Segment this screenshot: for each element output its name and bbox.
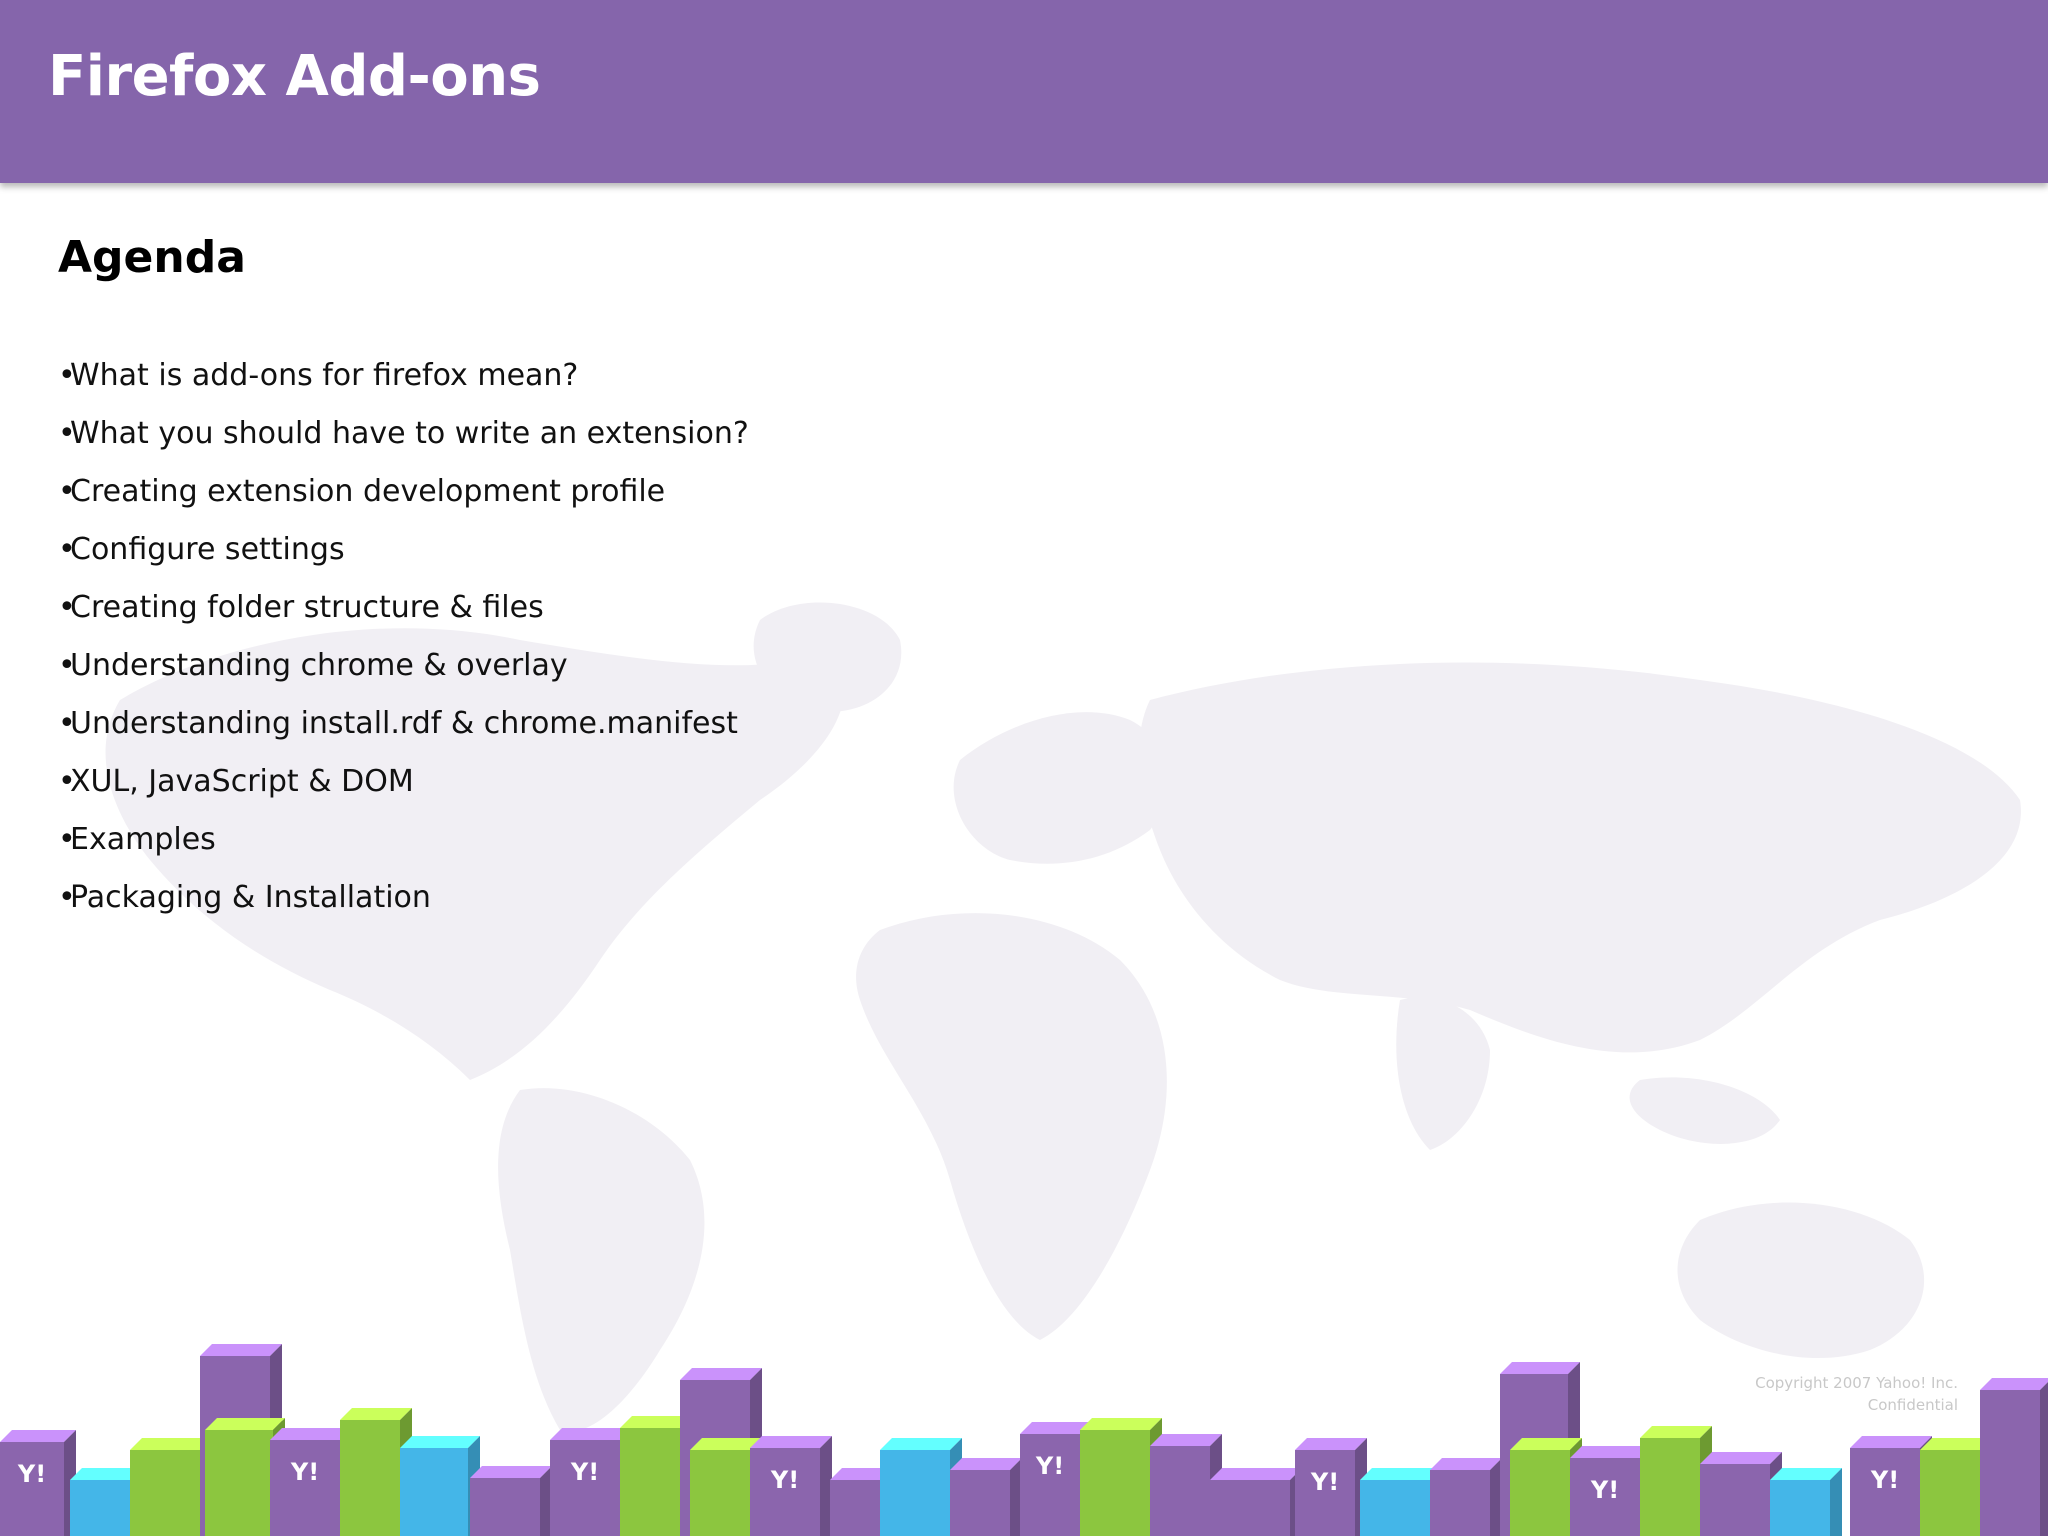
agenda-heading: Agenda (58, 232, 246, 283)
block (1080, 1418, 1162, 1536)
header-bar: Firefox Add-ons (0, 0, 2048, 183)
block (1360, 1468, 1442, 1536)
agenda-item-label: Configure settings (70, 532, 345, 567)
agenda-item: •Creating folder structure & files (58, 586, 749, 644)
bullet-icon: • (58, 648, 76, 683)
yahoo-logo-block: Y! (750, 1436, 832, 1536)
decorative-blocks-footer: Y! Y! Y! Y! Y! Y! Y! Y! (0, 1344, 2048, 1536)
agenda-item: •Understanding install.rdf & chrome.mani… (58, 702, 749, 760)
agenda-item-label: Creating extension development profile (70, 474, 666, 509)
agenda-item: •Creating extension development profile (58, 470, 749, 528)
yahoo-logo-icon: Y! (1870, 1466, 1899, 1494)
agenda-item: •What is add-ons for firefox mean? (58, 354, 749, 412)
bullet-icon: • (58, 416, 76, 451)
block (1210, 1468, 1302, 1536)
yahoo-logo-icon: Y! (290, 1458, 319, 1486)
slide: Firefox Add-ons Agenda •What is add-ons … (0, 0, 2048, 1536)
agenda-item: •What you should have to write an extens… (58, 412, 749, 470)
agenda-item-label: What you should have to write an extensi… (70, 416, 749, 451)
block (880, 1438, 962, 1536)
bullet-icon: • (58, 706, 76, 741)
yahoo-logo-block: Y! (270, 1428, 352, 1536)
agenda-item: •Examples (58, 818, 749, 876)
agenda-item: •Configure settings (58, 528, 749, 586)
yahoo-logo-icon: Y! (1310, 1468, 1339, 1496)
agenda-item-label: XUL, JavaScript & DOM (70, 764, 414, 799)
agenda-item-label: Creating folder structure & files (70, 590, 544, 625)
bullet-icon: • (58, 764, 76, 799)
bullet-icon: • (58, 880, 76, 915)
yahoo-logo-block: Y! (1850, 1436, 1932, 1536)
bullet-icon: • (58, 532, 76, 567)
yahoo-logo-block: Y! (1295, 1438, 1367, 1536)
yahoo-logo-icon: Y! (1035, 1452, 1064, 1480)
yahoo-logo-block: Y! (1570, 1446, 1652, 1536)
bullet-icon: • (58, 358, 76, 393)
yahoo-logo-icon: Y! (1590, 1476, 1619, 1504)
block (470, 1466, 552, 1536)
yahoo-logo-icon: Y! (570, 1458, 599, 1486)
block (130, 1438, 212, 1536)
block (1700, 1452, 1782, 1536)
yahoo-logo-icon: Y! (17, 1460, 46, 1488)
yahoo-logo-block: Y! (0, 1430, 76, 1536)
block (950, 1458, 1022, 1536)
agenda-item-label: Understanding install.rdf & chrome.manif… (70, 706, 738, 741)
agenda-item: •Packaging & Installation (58, 876, 749, 934)
bullet-icon: • (58, 474, 76, 509)
bullet-icon: • (58, 822, 76, 857)
slide-title: Firefox Add-ons (48, 44, 541, 109)
yahoo-logo-block: Y! (550, 1428, 632, 1536)
agenda-list: •What is add-ons for firefox mean? •What… (58, 354, 749, 934)
yahoo-logo-icon: Y! (770, 1466, 799, 1494)
bullet-icon: • (58, 590, 76, 625)
agenda-item-label: What is add-ons for firefox mean? (70, 358, 579, 393)
agenda-item: •XUL, JavaScript & DOM (58, 760, 749, 818)
agenda-item-label: Understanding chrome & overlay (70, 648, 568, 683)
block (400, 1436, 480, 1536)
agenda-item-label: Packaging & Installation (70, 880, 431, 915)
block (1770, 1468, 1842, 1536)
agenda-item: •Understanding chrome & overlay (58, 644, 749, 702)
agenda-item-label: Examples (70, 822, 216, 857)
block (1430, 1458, 1502, 1536)
block (1980, 1378, 2048, 1536)
